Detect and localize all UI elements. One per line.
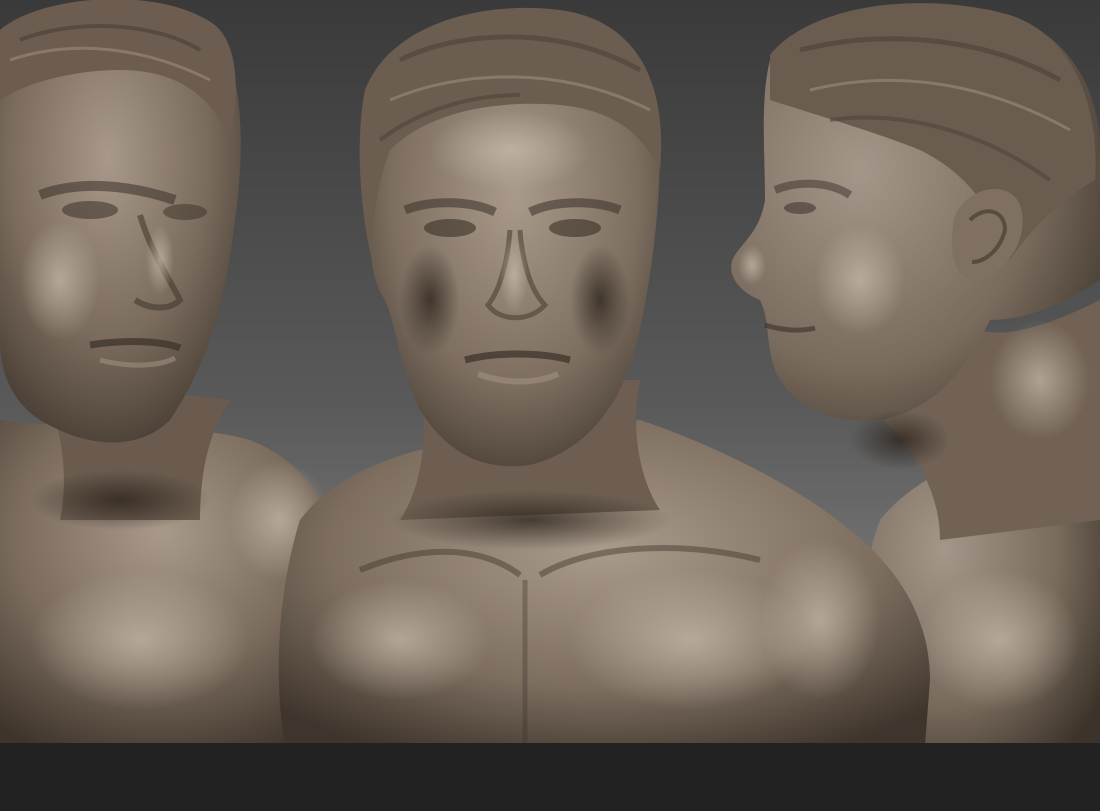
sculpt-render <box>0 0 1100 745</box>
base-strip <box>0 743 1100 811</box>
sculpt-viewport[interactable] <box>0 0 1100 811</box>
